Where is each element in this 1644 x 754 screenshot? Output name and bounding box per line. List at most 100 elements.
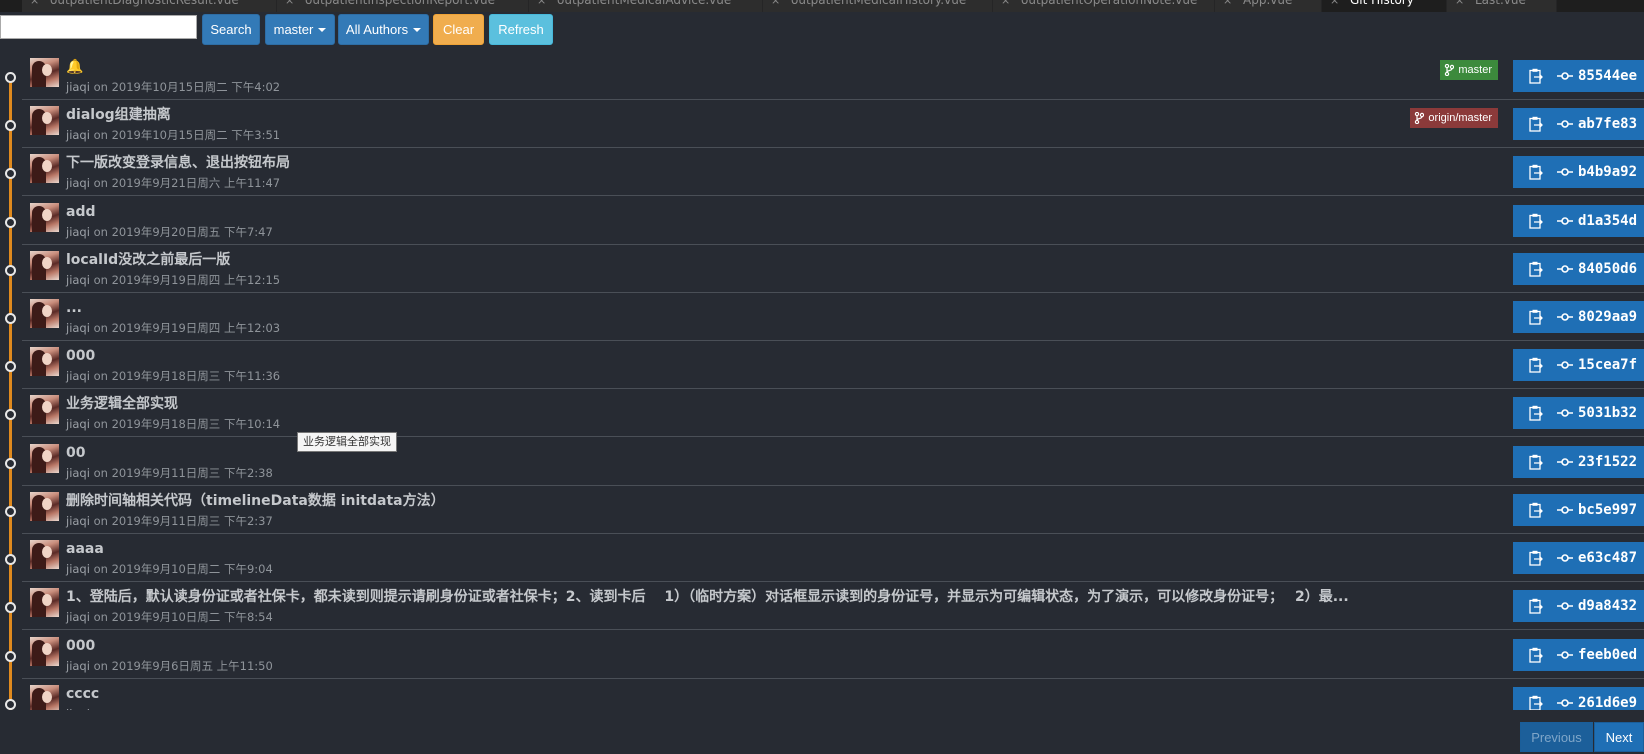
commit-subject[interactable]: add [66,203,1496,221]
clipboard-copy-icon[interactable] [1529,550,1543,566]
close-icon[interactable]: × [771,0,780,7]
commit-sha-button[interactable]: bc5e997 [1513,494,1644,526]
clipboard-copy-icon[interactable] [1529,261,1543,277]
commit-author[interactable]: jiaqi [66,659,90,673]
commit-subject[interactable]: cccc [66,685,1496,703]
commit-sha-button[interactable]: 85544ee [1513,60,1644,92]
commit-sha-button[interactable]: 261d6e9 [1513,687,1644,710]
commit-sha-button[interactable]: d9a8432 [1513,590,1644,622]
commit-sha-button[interactable]: feeb0ed [1513,639,1644,671]
commit-row[interactable]: 删除时间轴相关代码（timelineData数据 initdata方法） jiaq… [0,486,1644,534]
close-icon[interactable]: × [1001,0,1010,7]
close-icon[interactable]: × [30,0,39,7]
commit-subject[interactable]: dialog组建抽离 [66,106,1376,124]
editor-tab[interactable]: × outpatientInspectionReport.vue [277,0,529,12]
commit-subject[interactable]: 00 [66,444,1496,462]
commit-author[interactable]: jiaqi [66,369,90,383]
commit-author[interactable]: jiaqi [66,707,90,710]
commit-row[interactable]: 000 jiaqi on 2019年9月18日周三 下午11:36 15cea7f [0,341,1644,389]
editor-tab[interactable]: × outpatientMedicalHistory.vue [763,0,993,12]
clipboard-copy-icon[interactable] [1529,68,1543,84]
commit-sha-button[interactable]: 23f1522 [1513,446,1644,478]
editor-tab[interactable]: × App.vue [1215,0,1322,12]
commit-author[interactable]: jiaqi [66,321,90,335]
commit-author[interactable]: jiaqi [66,514,90,528]
commit-sha-button[interactable]: d1a354d [1513,205,1644,237]
clipboard-copy-icon[interactable] [1529,454,1543,470]
commit-subject[interactable]: 下一版改变登录信息、退出按钮布局 [66,154,1496,172]
commit-author[interactable]: jiaqi [66,466,90,480]
clipboard-copy-icon[interactable] [1529,598,1543,614]
commit-subject[interactable]: 🔔 [66,58,1376,76]
commit-author[interactable]: jiaqi [66,225,90,239]
clear-button[interactable]: Clear [433,14,484,45]
commit-subject[interactable]: 000 [66,347,1496,365]
commit-row[interactable]: 000 jiaqi on 2019年9月6日周五 上午11:50 feeb0ed [0,631,1644,679]
commit-sha-button[interactable]: e63c487 [1513,542,1644,574]
commit-author[interactable]: jiaqi [66,176,90,190]
commit-row[interactable]: 🔔 jiaqi on 2019年10月15日周二 下午4:02 master 8554… [0,52,1644,100]
commit-author[interactable]: jiaqi [66,417,90,431]
commit-row[interactable]: dialog组建抽离 jiaqi on 2019年10月15日周二 下午3:51 o… [0,100,1644,148]
commit-row[interactable]: add jiaqi on 2019年9月20日周五 下午7:47 d1a354d [0,197,1644,245]
commit-row[interactable]: 00 jiaqi on 2019年9月11日周三 下午2:38 23f1522 [0,438,1644,486]
branch-tag[interactable]: origin/master [1410,108,1498,128]
commit-author[interactable]: jiaqi [66,610,90,624]
commit-subject[interactable]: 000 [66,637,1496,655]
commit-author[interactable]: jiaqi [66,273,90,287]
clipboard-copy-icon[interactable] [1529,647,1543,663]
close-icon[interactable]: × [537,0,546,7]
commit-sha-button[interactable]: 84050d6 [1513,253,1644,285]
refresh-button[interactable]: Refresh [489,14,553,45]
clipboard-copy-icon[interactable] [1529,213,1543,229]
commit-sha-button[interactable]: b4b9a92 [1513,156,1644,188]
clipboard-copy-icon[interactable] [1529,695,1543,710]
commit-row[interactable]: aaaa jiaqi on 2019年9月10日周二 下午9:04 e63c487 [0,534,1644,582]
commit-subject[interactable]: 删除时间轴相关代码（timelineData数据 initdata方法） [66,492,1496,510]
editor-tab[interactable]: × Last.vue [1447,0,1557,12]
commit-row[interactable]: cccc jiaqi on 261d6e9 [0,679,1644,710]
branch-dropdown[interactable]: master [265,14,335,45]
commit-row[interactable]: ... jiaqi on 2019年9月19日周四 上午12:03 8029aa9 [0,293,1644,341]
commit-sha-button[interactable]: ab7fe83 [1513,108,1644,140]
commit-sha-button[interactable]: 15cea7f [1513,349,1644,381]
commit-author[interactable]: jiaqi [66,128,90,142]
commit-row[interactable]: localId没改之前最后一版 jiaqi on 2019年9月19日周四 上午1… [0,245,1644,293]
commit-row[interactable]: 下一版改变登录信息、退出按钮布局 jiaqi on 2019年9月21日周六 上午… [0,148,1644,196]
commit-on-label: on [93,417,108,431]
commit-subject[interactable]: ... [66,299,1496,317]
commit-sha-button[interactable]: 5031b32 [1513,397,1644,429]
commit-meta: jiaqi on 2019年9月20日周五 下午7:47 [66,225,273,239]
editor-tab[interactable]: × outpatientDiagnosticResult.vue [22,0,277,12]
commit-subject[interactable]: 业务逻辑全部实现 [66,395,1496,413]
close-icon[interactable]: × [1223,0,1232,7]
editor-tab[interactable]: × Git History [1322,0,1447,12]
search-input[interactable] [0,15,197,39]
commit-subject[interactable]: localId没改之前最后一版 [66,251,1496,269]
clipboard-copy-icon[interactable] [1529,309,1543,325]
close-icon[interactable]: × [285,0,294,7]
commit-sha-button[interactable]: 8029aa9 [1513,301,1644,333]
tab-label: App.vue [1243,0,1293,7]
authors-dropdown[interactable]: All Authors [338,14,429,45]
editor-tab[interactable]: × outpatientOperationNote.vue [993,0,1215,12]
clipboard-copy-icon[interactable] [1529,405,1543,421]
next-page-button[interactable]: Next [1594,722,1644,752]
commit-author[interactable]: jiaqi [66,80,90,94]
clipboard-copy-icon[interactable] [1529,357,1543,373]
previous-page-button[interactable]: Previous [1520,722,1593,752]
editor-tab[interactable]: × outpatientMedicalAdvice.vue [529,0,763,12]
commit-subject[interactable]: aaaa [66,540,1496,558]
close-icon[interactable]: × [1330,0,1339,7]
clipboard-copy-icon[interactable] [1529,116,1543,132]
close-icon[interactable]: × [1455,0,1464,7]
commit-row[interactable]: 业务逻辑全部实现 jiaqi on 2019年9月18日周三 下午10:14 503… [0,389,1644,437]
search-button[interactable]: Search [202,14,260,45]
clipboard-copy-icon[interactable] [1529,502,1543,518]
commit-row[interactable]: 1、登陆后，默认读身份证或者社保卡，都未读到则提示请刷身份证或者社保卡；2、读到… [0,582,1644,630]
clipboard-copy-icon[interactable] [1529,164,1543,180]
row-divider [22,195,1644,196]
commit-author[interactable]: jiaqi [66,562,90,576]
commit-subject[interactable]: 1、登陆后，默认读身份证或者社保卡，都未读到则提示请刷身份证或者社保卡；2、读到… [66,588,1496,606]
branch-tag[interactable]: master [1440,60,1498,80]
